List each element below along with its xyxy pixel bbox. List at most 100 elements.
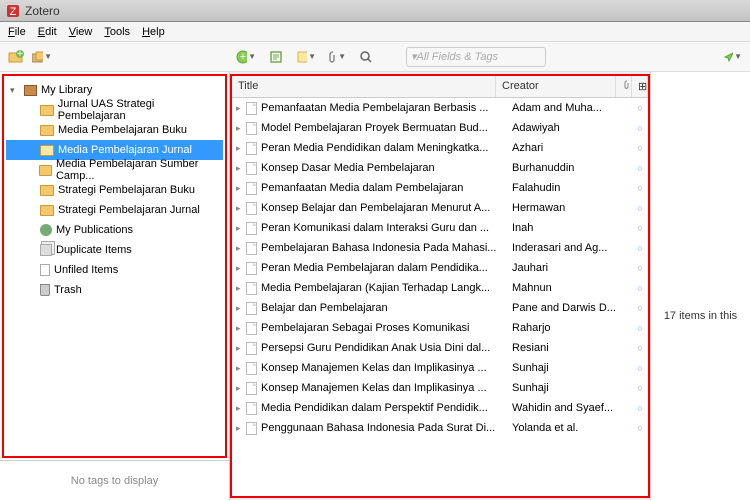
document-icon	[246, 142, 257, 155]
folder-icon	[40, 105, 54, 116]
duplicate-items[interactable]: Duplicate Items	[6, 240, 223, 260]
item-title: Peran Media Pendidikan dalam Meningkatka…	[261, 142, 512, 154]
item-title: Konsep Dasar Media Pembelajaran	[261, 162, 512, 174]
item-row[interactable]: ▸ Konsep Belajar dan Pembelajaran Menurut…	[232, 198, 648, 218]
expand-icon[interactable]: ▸	[236, 263, 246, 274]
column-attachment[interactable]	[616, 76, 632, 97]
new-item-button[interactable]: +▼	[236, 47, 256, 67]
item-row[interactable]: ▸Persepsi Guru Pendidikan Anak Usia Dini…	[232, 338, 648, 358]
item-row[interactable]: ▸Peran Media Pembelajaran dalam Pendidik…	[232, 258, 648, 278]
document-icon	[246, 322, 257, 335]
menu-edit[interactable]: Edit	[34, 24, 61, 40]
folder-icon	[39, 165, 52, 176]
attachment-indicator: ○	[632, 323, 648, 333]
expand-icon[interactable]: ▸	[236, 143, 246, 154]
folder-icon	[40, 145, 54, 156]
item-row[interactable]: ▸Belajar dan PembelajaranPane and Darwis…	[232, 298, 648, 318]
expand-icon[interactable]: ▸	[236, 183, 246, 194]
folder-label: Strategi Pembelajaran Buku	[58, 184, 195, 196]
item-row[interactable]: ▸Pemanfaatan Media dalam PembelajaranFal…	[232, 178, 648, 198]
menubar: File Edit View Tools Help	[0, 22, 750, 42]
expand-icon[interactable]: ▸	[236, 103, 246, 114]
attachment-indicator: ○	[632, 143, 648, 153]
item-creator: Inderasari and Ag...	[512, 242, 632, 254]
folder-label: Media Pembelajaran Jurnal	[58, 144, 192, 156]
column-extra[interactable]: ⊞	[632, 76, 648, 97]
collection-folder[interactable]: Media Pembelajaran Jurnal	[6, 140, 223, 160]
search-input[interactable]: ▾ All Fields & Tags	[406, 47, 546, 67]
library-root[interactable]: ▾ My Library	[6, 80, 223, 100]
item-creator: Wahidin and Syaef...	[512, 402, 632, 414]
menu-view[interactable]: View	[65, 24, 97, 40]
item-row[interactable]: ▸ Penggunaan Bahasa Indonesia Pada Surat …	[232, 418, 648, 438]
item-row[interactable]: ▸ Peran Media Pendidikan dalam Meningkatk…	[232, 138, 648, 158]
item-row[interactable]: ▸Peran Komunikasi dalam Interaksi Guru d…	[232, 218, 648, 238]
new-note-button[interactable]: ▼	[296, 47, 316, 67]
item-row[interactable]: ▸Pembelajaran Bahasa Indonesia Pada Maha…	[232, 238, 648, 258]
attachment-indicator: ○	[632, 383, 648, 393]
collection-folder[interactable]: Media Pembelajaran Buku	[6, 120, 223, 140]
collection-folder[interactable]: Jurnal UAS Strategi Pembelajaran	[6, 100, 223, 120]
menu-file[interactable]: File	[4, 24, 30, 40]
collection-folder[interactable]: Strategi Pembelajaran Jurnal	[6, 200, 223, 220]
item-creator: Jauhari	[512, 262, 632, 274]
add-by-identifier-button[interactable]	[266, 47, 286, 67]
attachment-indicator: ○	[632, 403, 648, 413]
column-creator[interactable]: Creator	[496, 76, 616, 97]
expand-icon[interactable]: ▸	[236, 223, 246, 234]
chevron-down-icon: ▼	[44, 52, 52, 61]
document-icon	[246, 302, 257, 315]
unfiled-label: Unfiled Items	[54, 264, 118, 276]
expand-icon[interactable]: ▾	[10, 85, 20, 96]
add-attachment-button[interactable]: ▼	[326, 47, 346, 67]
column-title[interactable]: Title	[232, 76, 496, 97]
expand-icon[interactable]: ▸	[236, 363, 246, 374]
item-title: Media Pembelajaran (Kajian Terhadap Lang…	[261, 282, 512, 294]
item-row[interactable]: ▸Konsep Manajemen Kelas dan Implikasinya…	[232, 378, 648, 398]
attachment-indicator: ○	[632, 243, 648, 253]
item-creator: Burhanuddin	[512, 162, 632, 174]
expand-icon[interactable]: ▸	[236, 163, 246, 174]
expand-icon[interactable]: ▸	[236, 423, 246, 434]
document-icon	[246, 102, 257, 115]
document-icon	[246, 362, 257, 375]
folder-label: Jurnal UAS Strategi Pembelajaran	[58, 98, 223, 122]
new-group-button[interactable]: ▼	[32, 47, 52, 67]
item-title: Penggunaan Bahasa Indonesia Pada Surat D…	[261, 422, 512, 434]
new-collection-button[interactable]: +	[6, 47, 26, 67]
item-row[interactable]: ▸Pembelajaran Sebagai Proses KomunikasiR…	[232, 318, 648, 338]
menu-help[interactable]: Help	[138, 24, 169, 40]
expand-icon[interactable]: ▸	[236, 343, 246, 354]
item-row[interactable]: ▸Konsep Manajemen Kelas dan Implikasinya…	[232, 358, 648, 378]
expand-icon[interactable]: ▸	[236, 303, 246, 314]
folder-icon	[40, 125, 54, 136]
locate-button[interactable]: ▼	[722, 47, 742, 67]
expand-icon[interactable]: ▸	[236, 403, 246, 414]
unfiled-icon	[40, 264, 50, 276]
collection-folder[interactable]: Media Pembelajaran Sumber Camp...	[6, 160, 223, 180]
expand-icon[interactable]: ▸	[236, 283, 246, 294]
expand-icon[interactable]: ▸	[236, 123, 246, 134]
unfiled-items[interactable]: Unfiled Items	[6, 260, 223, 280]
svg-text:+: +	[17, 50, 23, 60]
item-row[interactable]: ▸ Konsep Dasar Media PembelajaranBurhanud…	[232, 158, 648, 178]
menu-tools[interactable]: Tools	[100, 24, 134, 40]
trash[interactable]: Trash	[6, 280, 223, 300]
expand-icon[interactable]: ▸	[236, 203, 246, 214]
expand-icon[interactable]: ▸	[236, 323, 246, 334]
item-row[interactable]: ▸Model Pembelajaran Proyek Bermuatan Bud…	[232, 118, 648, 138]
item-title: Konsep Belajar dan Pembelajaran Menurut …	[261, 202, 512, 214]
item-row[interactable]: ▸Media Pendidikan dalam Perspektif Pendi…	[232, 398, 648, 418]
item-row[interactable]: ▸Pemanfaatan Media Pembelajaran Berbasis…	[232, 98, 648, 118]
chevron-down-icon: ▼	[248, 52, 256, 61]
expand-icon[interactable]: ▸	[236, 383, 246, 394]
attachment-indicator: ○	[632, 303, 648, 313]
my-publications[interactable]: My Publications	[6, 220, 223, 240]
collection-folder[interactable]: Strategi Pembelajaran Buku	[6, 180, 223, 200]
advanced-search-button[interactable]	[356, 47, 376, 67]
duplicate-icon	[40, 244, 52, 256]
dup-label: Duplicate Items	[56, 244, 132, 256]
expand-icon[interactable]: ▸	[236, 243, 246, 254]
attachment-indicator: ○	[632, 423, 648, 433]
item-row[interactable]: ▸ Media Pembelajaran (Kajian Terhadap Lan…	[232, 278, 648, 298]
